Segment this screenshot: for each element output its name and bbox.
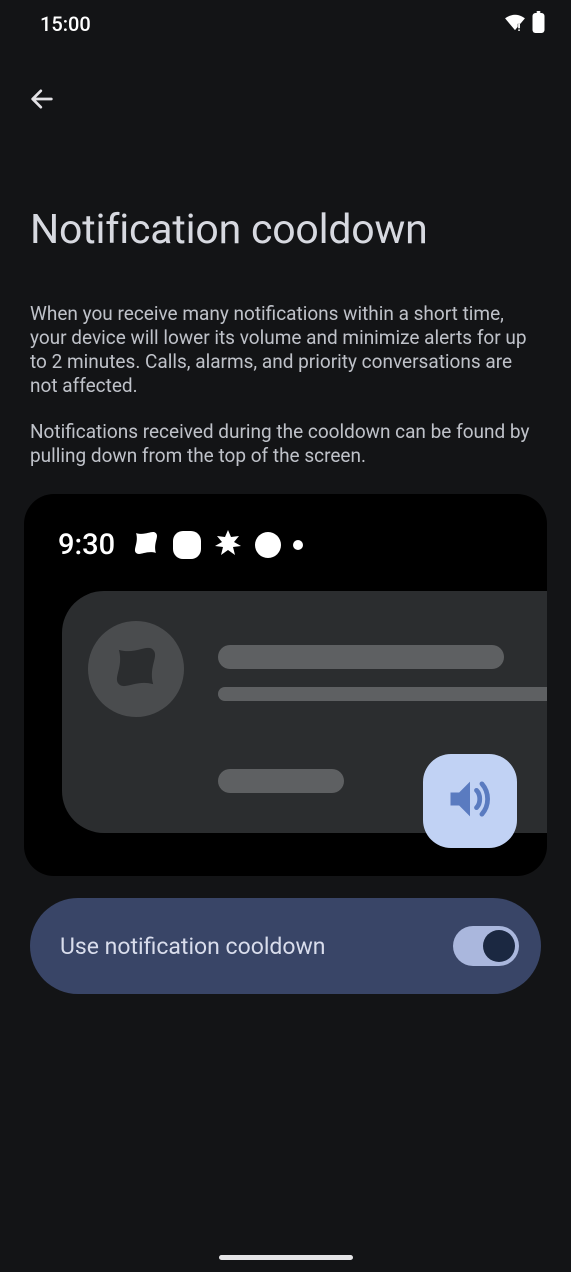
illustration-text-line xyxy=(218,645,504,669)
toggle-thumb xyxy=(483,930,515,962)
page-title: Notification cooldown xyxy=(30,206,541,254)
illustration-volume-badge xyxy=(423,754,517,848)
description-block: When you receive many notifications with… xyxy=(0,254,571,468)
illustration-text-line xyxy=(218,687,547,701)
volume-icon xyxy=(444,773,496,829)
illustration-status-icon xyxy=(255,532,281,558)
top-bar xyxy=(0,48,571,122)
status-bar: 15:00 xyxy=(0,0,571,48)
illustration-status-bar: 9:30 xyxy=(58,528,303,562)
illustration-time: 9:30 xyxy=(58,528,115,562)
illustration-chip xyxy=(218,769,344,793)
status-time: 15:00 xyxy=(40,12,91,36)
cooldown-toggle-card[interactable]: Use notification cooldown xyxy=(30,898,541,994)
home-indicator[interactable] xyxy=(219,1255,353,1260)
description-text-2: Notifications received during the cooldo… xyxy=(30,420,541,468)
illustration-avatar xyxy=(88,621,184,717)
wifi-icon xyxy=(504,13,526,35)
back-button[interactable] xyxy=(20,78,64,122)
cooldown-toggle-switch[interactable] xyxy=(453,926,519,966)
description-text-1: When you receive many notifications with… xyxy=(30,302,541,398)
illustration-status-icon xyxy=(131,528,161,562)
illustration-status-icon xyxy=(213,528,243,562)
illustration-card: 9:30 xyxy=(24,494,547,876)
illustration-avatar-shape-icon xyxy=(110,641,162,697)
illustration-status-icon xyxy=(173,531,201,559)
title-block: Notification cooldown xyxy=(0,122,571,254)
illustration-status-icon xyxy=(293,540,303,550)
arrow-left-icon xyxy=(28,85,56,116)
cooldown-toggle-label: Use notification cooldown xyxy=(60,933,326,960)
status-icons xyxy=(504,11,545,37)
battery-icon xyxy=(532,11,545,37)
